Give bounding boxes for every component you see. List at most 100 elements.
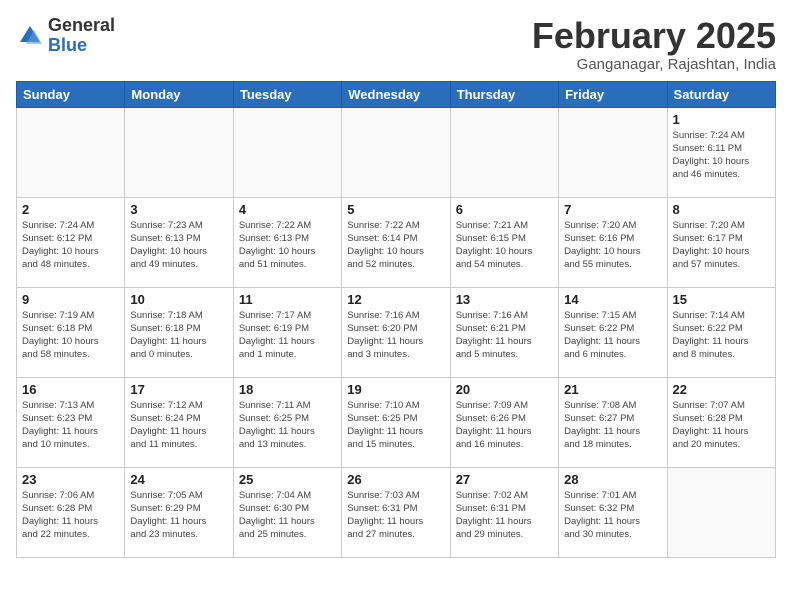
calendar-cell: 26 Sunrise: 7:03 AM Sunset: 6:31 PM Dayli… [342, 467, 450, 557]
calendar-cell: 11 Sunrise: 7:17 AM Sunset: 6:19 PM Dayli… [233, 287, 341, 377]
calendar-table: SundayMondayTuesdayWednesdayThursdayFrid… [16, 81, 776, 558]
calendar-header-tuesday: Tuesday [233, 81, 341, 107]
calendar-cell: 17 Sunrise: 7:12 AM Sunset: 6:24 PM Dayli… [125, 377, 233, 467]
day-info: Sunrise: 7:01 AM Sunset: 6:32 PM Dayligh… [564, 489, 661, 542]
day-info: Sunrise: 7:23 AM Sunset: 6:13 PM Dayligh… [130, 219, 227, 272]
day-number: 6 [456, 202, 553, 217]
day-number: 2 [22, 202, 119, 217]
day-info: Sunrise: 7:07 AM Sunset: 6:28 PM Dayligh… [673, 399, 770, 452]
calendar-cell [667, 467, 775, 557]
day-number: 26 [347, 472, 444, 487]
calendar-cell: 22 Sunrise: 7:07 AM Sunset: 6:28 PM Dayli… [667, 377, 775, 467]
calendar-cell: 1 Sunrise: 7:24 AM Sunset: 6:11 PM Daylig… [667, 107, 775, 197]
calendar-cell: 23 Sunrise: 7:06 AM Sunset: 6:28 PM Dayli… [17, 467, 125, 557]
calendar-cell: 6 Sunrise: 7:21 AM Sunset: 6:15 PM Daylig… [450, 197, 558, 287]
day-number: 28 [564, 472, 661, 487]
calendar-cell: 21 Sunrise: 7:08 AM Sunset: 6:27 PM Dayli… [559, 377, 667, 467]
day-info: Sunrise: 7:08 AM Sunset: 6:27 PM Dayligh… [564, 399, 661, 452]
calendar-cell: 20 Sunrise: 7:09 AM Sunset: 6:26 PM Dayli… [450, 377, 558, 467]
calendar-header-thursday: Thursday [450, 81, 558, 107]
calendar-week-row: 23 Sunrise: 7:06 AM Sunset: 6:28 PM Dayli… [17, 467, 776, 557]
calendar-cell: 5 Sunrise: 7:22 AM Sunset: 6:14 PM Daylig… [342, 197, 450, 287]
day-info: Sunrise: 7:17 AM Sunset: 6:19 PM Dayligh… [239, 309, 336, 362]
day-info: Sunrise: 7:03 AM Sunset: 6:31 PM Dayligh… [347, 489, 444, 542]
day-info: Sunrise: 7:18 AM Sunset: 6:18 PM Dayligh… [130, 309, 227, 362]
calendar-cell: 25Sunrise: 7:04 AM Sunset: 6:30 PM Dayli… [233, 467, 341, 557]
logo: General Blue [16, 16, 115, 56]
logo-blue-text: Blue [48, 36, 115, 56]
calendar-cell: 4Sunrise: 7:22 AM Sunset: 6:13 PM Daylig… [233, 197, 341, 287]
day-number: 24 [130, 472, 227, 487]
day-number: 17 [130, 382, 227, 397]
day-info: Sunrise: 7:16 AM Sunset: 6:20 PM Dayligh… [347, 309, 444, 362]
day-info: Sunrise: 7:02 AM Sunset: 6:31 PM Dayligh… [456, 489, 553, 542]
day-info: Sunrise: 7:06 AM Sunset: 6:28 PM Dayligh… [22, 489, 119, 542]
logo-icon [16, 22, 44, 50]
day-number: 15 [673, 292, 770, 307]
calendar-cell [17, 107, 125, 197]
calendar-cell: 15 Sunrise: 7:14 AM Sunset: 6:22 PM Dayli… [667, 287, 775, 377]
calendar-week-row: 16 Sunrise: 7:13 AM Sunset: 6:23 PM Dayli… [17, 377, 776, 467]
day-info: Sunrise: 7:04 AM Sunset: 6:30 PM Dayligh… [239, 489, 336, 542]
calendar-week-row: 9 Sunrise: 7:19 AM Sunset: 6:18 PM Daylig… [17, 287, 776, 377]
day-info: Sunrise: 7:12 AM Sunset: 6:24 PM Dayligh… [130, 399, 227, 452]
day-number: 23 [22, 472, 119, 487]
day-info: Sunrise: 7:14 AM Sunset: 6:22 PM Dayligh… [673, 309, 770, 362]
day-number: 19 [347, 382, 444, 397]
calendar-cell: 28 Sunrise: 7:01 AM Sunset: 6:32 PM Dayli… [559, 467, 667, 557]
calendar-cell: 7Sunrise: 7:20 AM Sunset: 6:16 PM Daylig… [559, 197, 667, 287]
day-info: Sunrise: 7:20 AM Sunset: 6:16 PM Dayligh… [564, 219, 661, 272]
day-number: 27 [456, 472, 553, 487]
calendar-cell: 10 Sunrise: 7:18 AM Sunset: 6:18 PM Dayli… [125, 287, 233, 377]
calendar-cell: 18Sunrise: 7:11 AM Sunset: 6:25 PM Dayli… [233, 377, 341, 467]
calendar-header-wednesday: Wednesday [342, 81, 450, 107]
page-header: General Blue February 2025 Ganganagar, R… [16, 16, 776, 73]
day-info: Sunrise: 7:21 AM Sunset: 6:15 PM Dayligh… [456, 219, 553, 272]
day-number: 9 [22, 292, 119, 307]
day-info: Sunrise: 7:19 AM Sunset: 6:18 PM Dayligh… [22, 309, 119, 362]
day-number: 21 [564, 382, 661, 397]
calendar-cell [233, 107, 341, 197]
day-info: Sunrise: 7:22 AM Sunset: 6:14 PM Dayligh… [347, 219, 444, 272]
calendar-cell: 8 Sunrise: 7:20 AM Sunset: 6:17 PM Daylig… [667, 197, 775, 287]
calendar-cell: 12 Sunrise: 7:16 AM Sunset: 6:20 PM Dayli… [342, 287, 450, 377]
day-number: 8 [673, 202, 770, 217]
day-number: 11 [239, 292, 336, 307]
calendar-week-row: 2 Sunrise: 7:24 AM Sunset: 6:12 PM Daylig… [17, 197, 776, 287]
calendar-week-row: 1 Sunrise: 7:24 AM Sunset: 6:11 PM Daylig… [17, 107, 776, 197]
calendar-header-saturday: Saturday [667, 81, 775, 107]
day-number: 5 [347, 202, 444, 217]
day-number: 4 [239, 202, 336, 217]
day-number: 1 [673, 112, 770, 127]
day-number: 12 [347, 292, 444, 307]
day-info: Sunrise: 7:24 AM Sunset: 6:12 PM Dayligh… [22, 219, 119, 272]
calendar-header-sunday: Sunday [17, 81, 125, 107]
day-info: Sunrise: 7:13 AM Sunset: 6:23 PM Dayligh… [22, 399, 119, 452]
calendar-cell [125, 107, 233, 197]
day-number: 16 [22, 382, 119, 397]
day-info: Sunrise: 7:09 AM Sunset: 6:26 PM Dayligh… [456, 399, 553, 452]
calendar-cell: 14Sunrise: 7:15 AM Sunset: 6:22 PM Dayli… [559, 287, 667, 377]
day-number: 20 [456, 382, 553, 397]
day-info: Sunrise: 7:11 AM Sunset: 6:25 PM Dayligh… [239, 399, 336, 452]
day-info: Sunrise: 7:16 AM Sunset: 6:21 PM Dayligh… [456, 309, 553, 362]
day-number: 10 [130, 292, 227, 307]
calendar-cell: 19 Sunrise: 7:10 AM Sunset: 6:25 PM Dayli… [342, 377, 450, 467]
calendar-cell: 13 Sunrise: 7:16 AM Sunset: 6:21 PM Dayli… [450, 287, 558, 377]
day-number: 13 [456, 292, 553, 307]
calendar-cell: 16 Sunrise: 7:13 AM Sunset: 6:23 PM Dayli… [17, 377, 125, 467]
location-subtitle: Ganganagar, Rajashtan, India [532, 56, 776, 73]
calendar-cell [559, 107, 667, 197]
day-info: Sunrise: 7:24 AM Sunset: 6:11 PM Dayligh… [673, 129, 770, 182]
calendar-cell: 3Sunrise: 7:23 AM Sunset: 6:13 PM Daylig… [125, 197, 233, 287]
day-info: Sunrise: 7:20 AM Sunset: 6:17 PM Dayligh… [673, 219, 770, 272]
calendar-header-monday: Monday [125, 81, 233, 107]
day-info: Sunrise: 7:10 AM Sunset: 6:25 PM Dayligh… [347, 399, 444, 452]
day-number: 22 [673, 382, 770, 397]
day-number: 14 [564, 292, 661, 307]
calendar-cell: 9 Sunrise: 7:19 AM Sunset: 6:18 PM Daylig… [17, 287, 125, 377]
calendar-cell [450, 107, 558, 197]
calendar-cell [342, 107, 450, 197]
calendar-cell: 27 Sunrise: 7:02 AM Sunset: 6:31 PM Dayli… [450, 467, 558, 557]
day-info: Sunrise: 7:05 AM Sunset: 6:29 PM Dayligh… [130, 489, 227, 542]
